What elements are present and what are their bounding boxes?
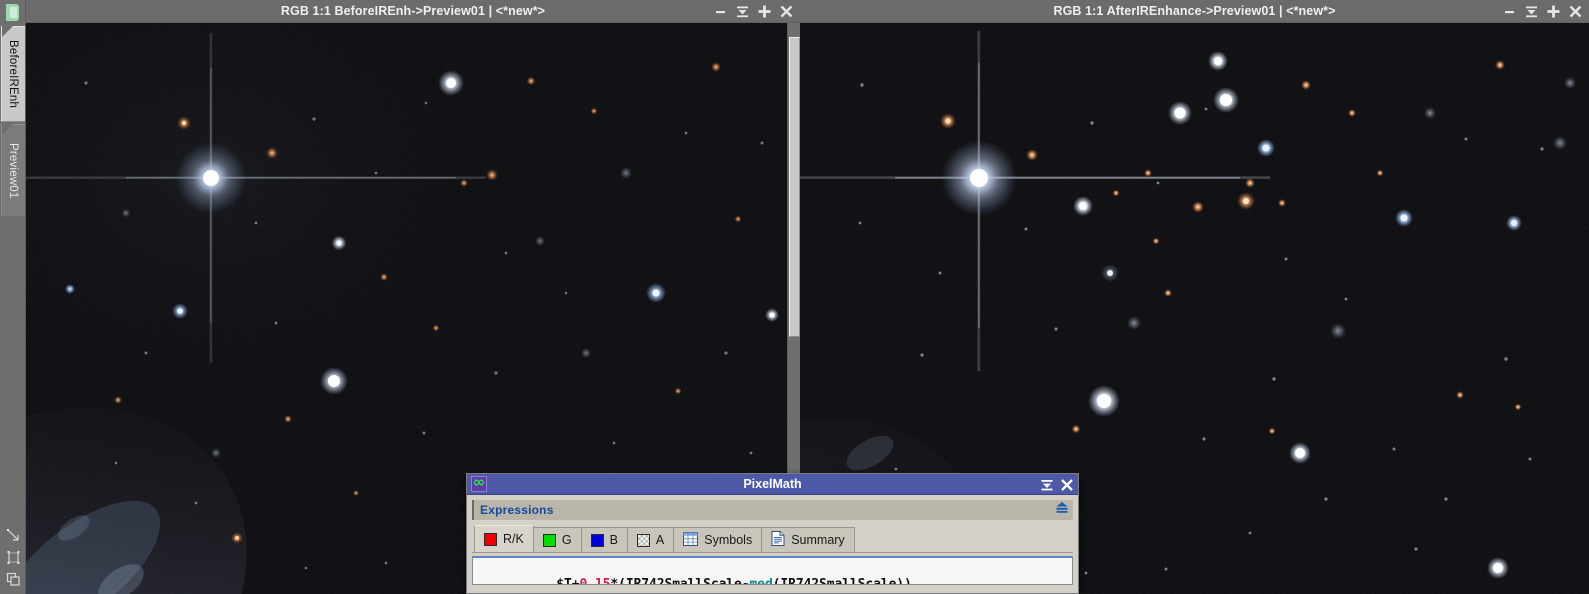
sidebar-tab-label: BeforeIREnh <box>7 39 19 109</box>
tab-label: G <box>561 533 572 547</box>
left-sidebar: BeforeIREnh Preview01 <box>0 0 26 594</box>
collapse-up-icon[interactable] <box>1055 501 1069 519</box>
sidebar-tab-beforeirenh[interactable]: BeforeIREnh <box>1 26 25 122</box>
expressions-section-label: Expressions <box>480 503 554 517</box>
pixelmath-title: PixelMath <box>743 477 802 491</box>
expr-part-plain: $T+ <box>556 577 580 585</box>
maximize-button[interactable] <box>755 2 774 21</box>
minimize-button[interactable] <box>1500 2 1519 21</box>
tab-label: A <box>655 533 665 547</box>
expr-part-plain: (IR742SmallScale)) <box>772 577 912 585</box>
app-root: BeforeIREnh Preview01 RGB 1:1 BeforeIREn… <box>0 0 1589 594</box>
expression-editor[interactable]: $T+0.15*(IR742SmallScale-med(IR742SmallS… <box>472 556 1073 585</box>
tab-b[interactable]: B <box>580 527 628 552</box>
crop-frame-icon[interactable] <box>0 546 26 568</box>
tab-summary[interactable]: Summary <box>761 527 855 552</box>
tab-symbols[interactable]: Symbols <box>673 527 763 552</box>
table-grid-icon <box>683 531 699 549</box>
green-swatch-icon <box>542 533 556 547</box>
rollup-button[interactable] <box>1522 2 1541 21</box>
expressions-section-header[interactable]: Expressions <box>472 500 1073 520</box>
pixelmath-titlebar[interactable]: PixelMath <box>467 473 1078 495</box>
red-swatch-icon <box>484 532 497 546</box>
tab-label: R/K <box>503 532 524 546</box>
rollup-button[interactable] <box>733 2 752 21</box>
after-window-buttons <box>1500 0 1585 23</box>
pixelmath-icon <box>471 473 487 492</box>
maximize-button[interactable] <box>1544 2 1563 21</box>
expression-text: $T+0.15*(IR742SmallScale-med(IR742SmallS… <box>479 562 1067 585</box>
after-window-titlebar[interactable]: RGB 1:1 AfterIREnhance->Preview01 | <*ne… <box>800 0 1589 23</box>
before-window-buttons <box>711 0 796 23</box>
close-button[interactable] <box>1566 2 1585 21</box>
close-button[interactable] <box>777 2 796 21</box>
minimize-button[interactable] <box>711 2 730 21</box>
tab-a[interactable]: A <box>626 527 675 552</box>
duplicate-windows-icon[interactable] <box>0 568 26 590</box>
close-button[interactable] <box>1059 477 1075 493</box>
pixelmath-body: Expressions R/K G B A Symbols Summary $T… <box>467 495 1078 585</box>
before-window-titlebar[interactable]: RGB 1:1 BeforeIREnh->Preview01 | <*new*> <box>26 0 800 23</box>
pixelmath-titlebar-buttons <box>1039 474 1075 495</box>
channel-tabstrip: R/K G B A Symbols Summary <box>472 525 1073 553</box>
tab-label: Symbols <box>704 533 753 547</box>
document-icon <box>771 531 785 549</box>
after-window-title: RGB 1:1 AfterIREnhance->Preview01 | <*ne… <box>1053 4 1336 18</box>
rollup-button[interactable] <box>1039 477 1055 493</box>
sidebar-tab-label: Preview01 <box>7 142 19 199</box>
expr-part-plain: *(IR742SmallScale- <box>610 577 750 585</box>
expr-part-function: med <box>749 577 773 585</box>
sidebar-tab-preview01[interactable]: Preview01 <box>1 124 25 216</box>
pixinsight-app-icon <box>4 3 22 22</box>
expr-part-number: 0.15 <box>579 577 611 585</box>
blue-swatch-icon <box>590 533 604 547</box>
tab-label: B <box>609 533 618 547</box>
tab-g[interactable]: G <box>532 527 582 552</box>
alpha-checker-icon <box>636 533 650 547</box>
before-window-title: RGB 1:1 BeforeIREnh->Preview01 | <*new*> <box>280 4 546 18</box>
pixelmath-dialog: PixelMath Expressions <box>466 473 1079 594</box>
resize-tool-icon[interactable] <box>0 524 26 546</box>
tab-label: Summary <box>791 533 845 547</box>
scrollbar-thumb[interactable] <box>789 37 800 337</box>
tab-rk[interactable]: R/K <box>474 525 534 552</box>
sidebar-tools <box>0 524 26 590</box>
